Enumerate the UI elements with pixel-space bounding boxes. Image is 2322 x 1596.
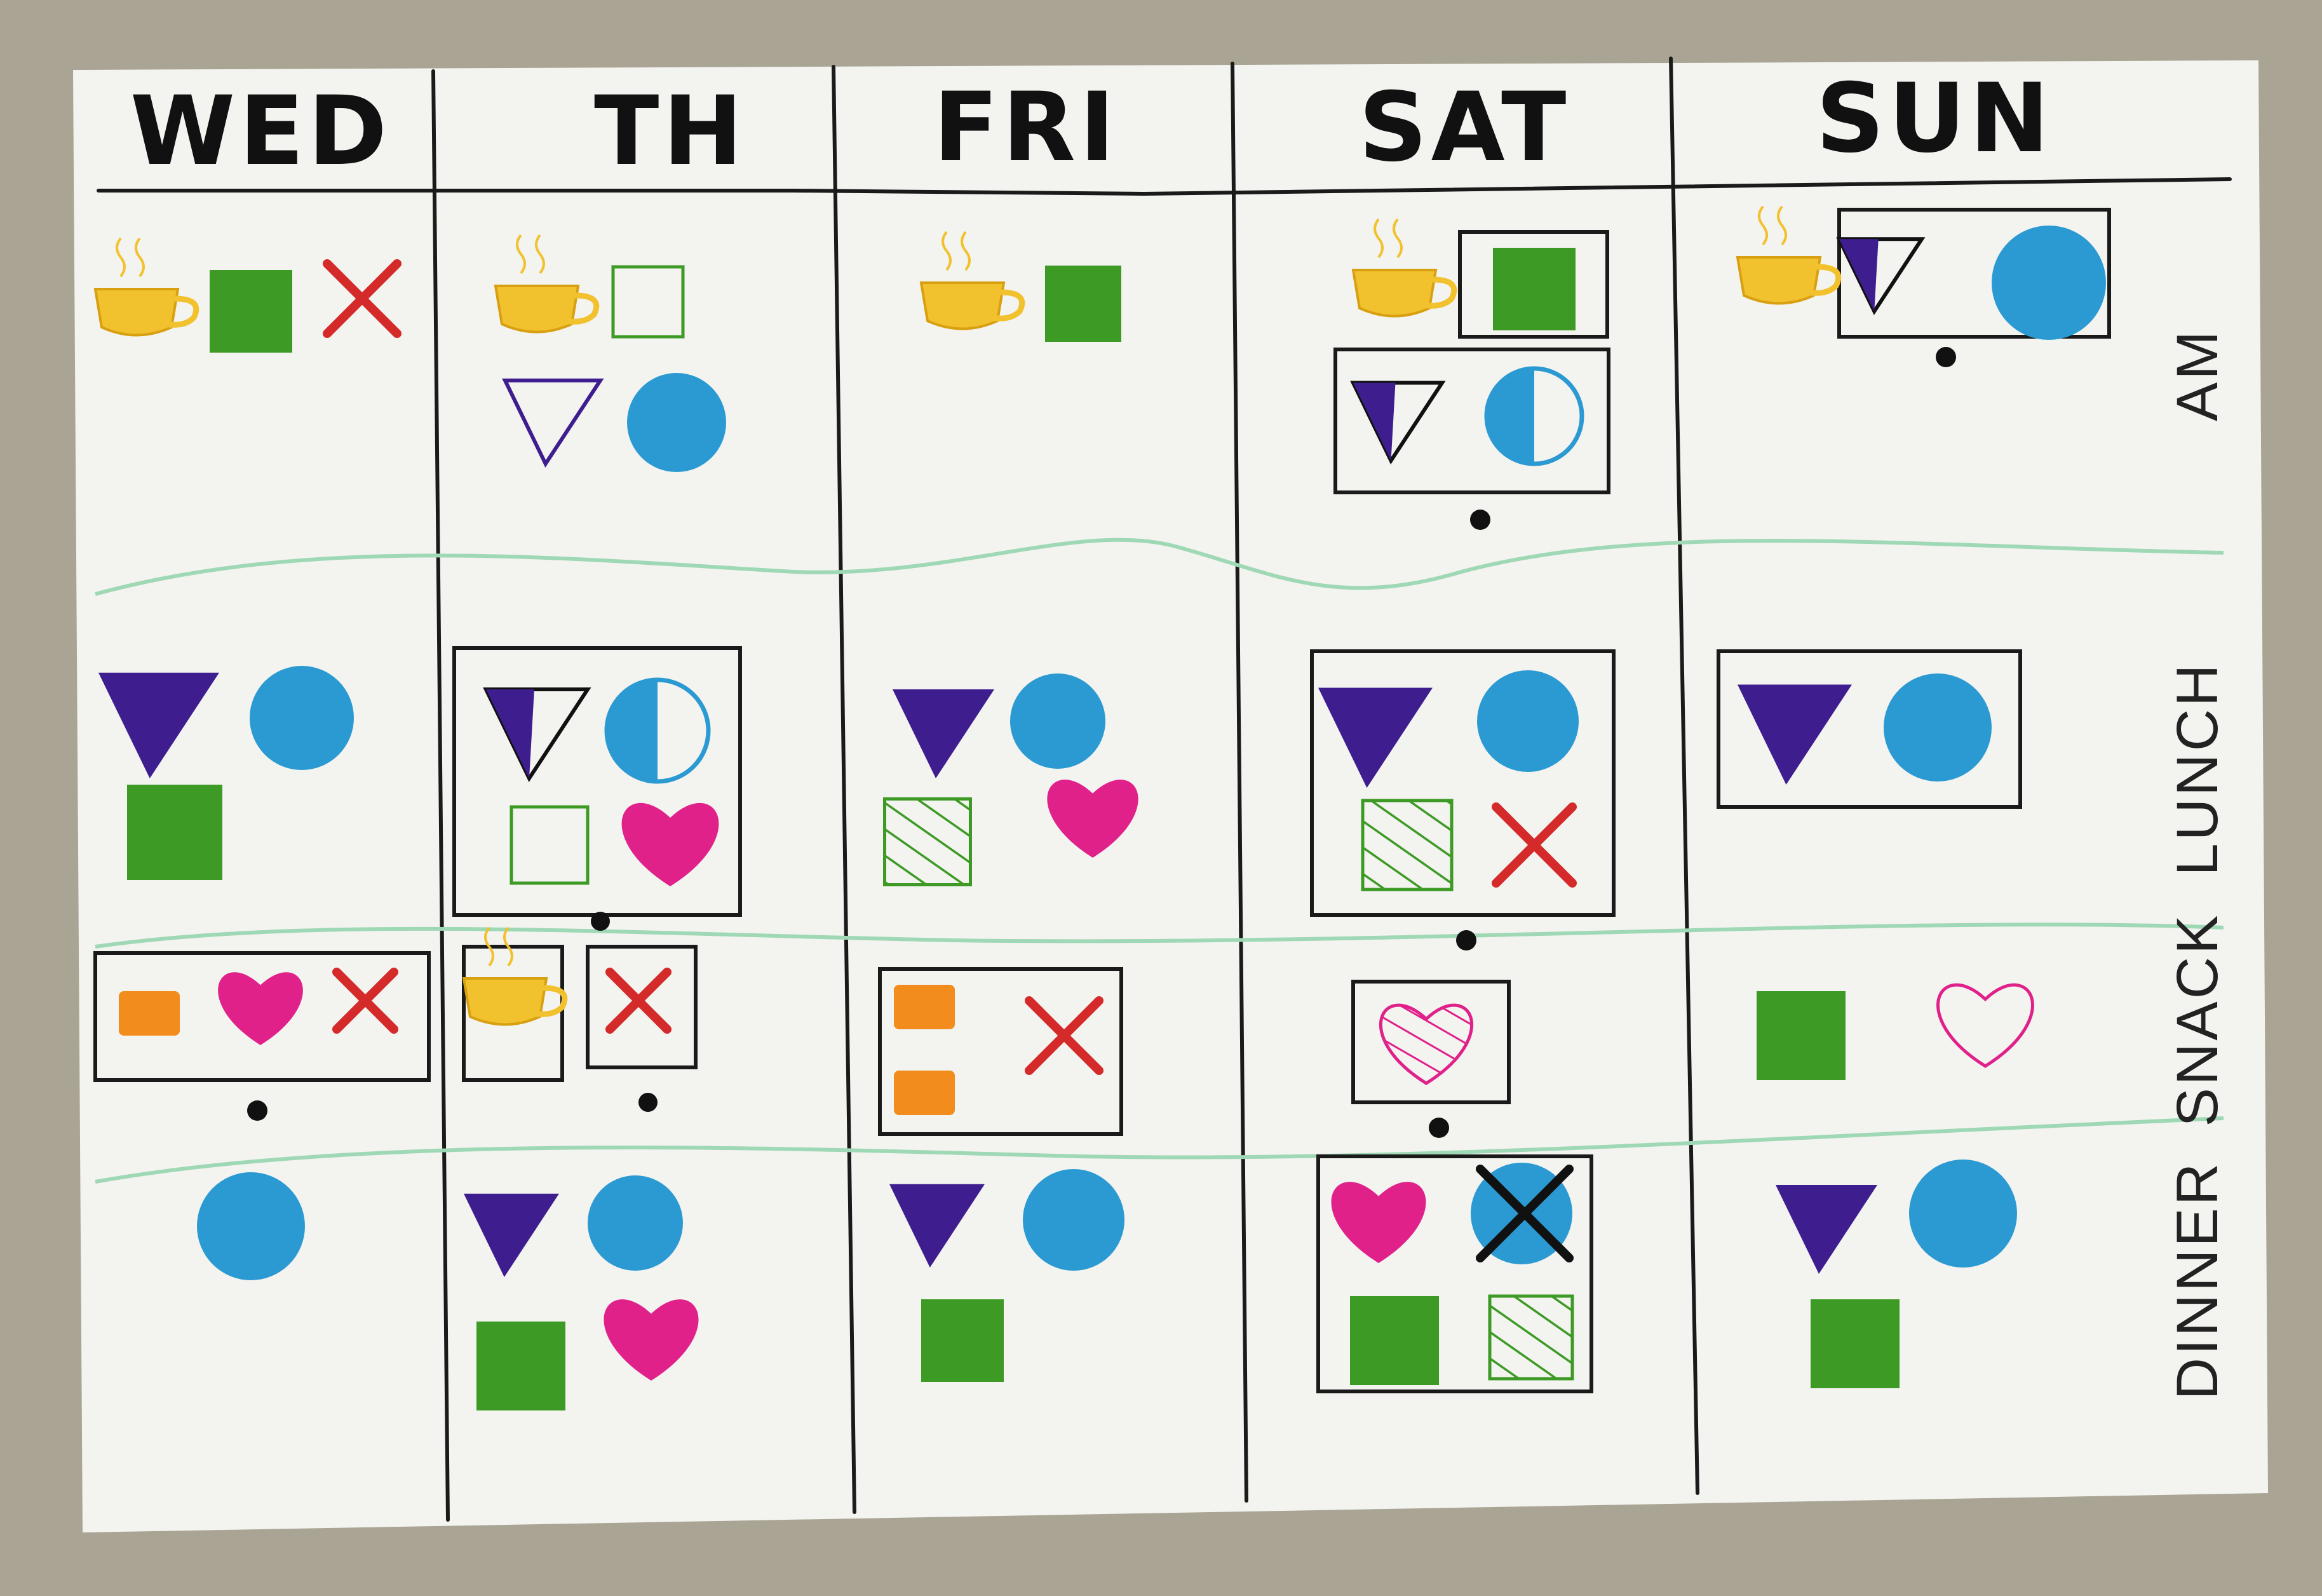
square-icon bbox=[921, 1299, 1004, 1382]
circle-icon bbox=[1884, 673, 1992, 781]
circle-icon bbox=[1992, 226, 2106, 340]
square-icon bbox=[883, 797, 972, 886]
square-icon bbox=[1361, 799, 1454, 891]
circle-icon bbox=[1023, 1169, 1124, 1271]
square-icon bbox=[1488, 1294, 1574, 1381]
day-label-sun: SUN bbox=[1816, 64, 2053, 174]
meal-label-lunch: LUNCH bbox=[2165, 662, 2230, 876]
day-label-sat: SAT bbox=[1359, 72, 1570, 183]
day-label-fri: FRI bbox=[933, 72, 1119, 183]
cup-icon bbox=[1736, 256, 1822, 305]
square-icon bbox=[1811, 1299, 1900, 1388]
day-label-wed: WED bbox=[130, 76, 391, 187]
day-label-th: TH bbox=[594, 76, 746, 187]
square-icon bbox=[127, 785, 222, 880]
meal-planner-photo: WED TH FRI SAT SUN AM LUNCH SNACK DINNER bbox=[73, 57, 2268, 1532]
cup-icon bbox=[494, 285, 580, 334]
square-icon bbox=[210, 270, 292, 353]
cup-icon bbox=[919, 281, 1006, 330]
circle-icon bbox=[1477, 670, 1579, 772]
square-icon bbox=[1045, 266, 1121, 342]
meal-label-dinner: DINNER bbox=[2165, 1161, 2230, 1400]
circle-icon bbox=[1909, 1160, 2017, 1268]
circle-icon bbox=[250, 666, 354, 770]
meal-label-am: AM bbox=[2165, 328, 2230, 421]
orange-bar-icon bbox=[894, 985, 955, 1029]
whiteboard-card bbox=[73, 60, 2268, 1532]
square-icon bbox=[1757, 991, 1846, 1080]
square-icon bbox=[1493, 248, 1576, 330]
cup-icon bbox=[462, 977, 548, 1026]
cup-icon bbox=[1351, 269, 1438, 318]
circle-icon bbox=[1010, 673, 1105, 769]
cup-icon bbox=[93, 288, 180, 337]
meal-label-snack: SNACK bbox=[2165, 913, 2230, 1127]
circle-icon bbox=[627, 373, 726, 472]
orange-bar-icon bbox=[894, 1071, 955, 1115]
square-icon bbox=[476, 1322, 565, 1410]
circle-icon bbox=[197, 1172, 305, 1280]
orange-bar-icon bbox=[119, 991, 180, 1036]
square-icon bbox=[1350, 1296, 1439, 1385]
circle-icon bbox=[588, 1175, 683, 1271]
